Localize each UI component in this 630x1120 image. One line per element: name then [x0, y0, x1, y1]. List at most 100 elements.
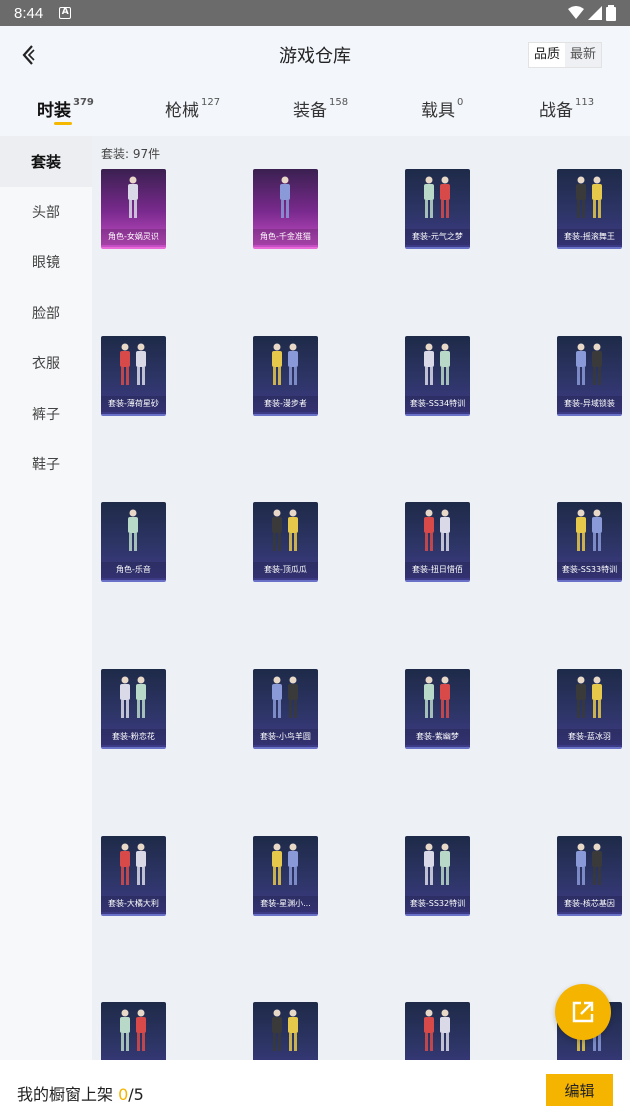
sidebar-item-clothes[interactable]: 衣服: [0, 338, 92, 389]
outfit-card-label: 套装-核芯基因: [557, 896, 622, 912]
outfit-card-label: 套装-粉恋花: [101, 729, 166, 745]
category-tabs: 时装 379 枪械 127 装备 158 载具 0 战备 113: [0, 84, 630, 136]
outfit-card[interactable]: 套装-粉恋花: [101, 669, 166, 749]
outfit-thumbnail: [128, 176, 138, 218]
sort-newest-button[interactable]: 最新: [564, 43, 601, 67]
outfit-thumbnail: [576, 843, 602, 885]
outfit-card[interactable]: 套装-薄荷星砂: [101, 336, 166, 416]
status-bar: 8:44 A: [0, 0, 630, 26]
tab-count: 113: [575, 97, 595, 109]
outfit-thumbnail: [576, 509, 602, 551]
outfit-card[interactable]: 角色-千金准猫: [253, 169, 318, 249]
showcase-total-count: 5: [133, 1085, 144, 1104]
outfit-thumbnail: [272, 509, 298, 551]
outfit-thumbnail: [424, 843, 450, 885]
sidebar-item-label: 脸部: [32, 305, 60, 322]
outfit-card-label: 套装-扭日惜佰: [405, 562, 470, 578]
outfit-card[interactable]: 套装-紫幽梦: [405, 669, 470, 749]
outfit-card-label: 套装-SS32特训: [405, 896, 470, 912]
showcase-used-count: 0: [118, 1085, 129, 1104]
outfit-thumbnail: [120, 843, 146, 885]
outfit-card-label: 套装-蓝冰羽: [557, 729, 622, 745]
showcase-status: 我的橱窗上架 0/5: [17, 1081, 144, 1105]
sidebar-item-label: 套装: [30, 152, 61, 171]
status-icons: [568, 5, 616, 21]
subcategory-sidebar: 套装 头部 眼镜 脸部 衣服 裤子 鞋子: [0, 136, 92, 1120]
outfit-card-label: 套装-星渊小...: [253, 896, 318, 912]
outfit-card[interactable]: 套装-摇滚舞王: [557, 169, 622, 249]
outfit-card[interactable]: 套装-SS33特训: [557, 502, 622, 582]
outfit-card[interactable]: 套装-异域锁装: [557, 336, 622, 416]
tab-vehicles[interactable]: 载具 0: [421, 96, 463, 121]
share-external-icon: [572, 1001, 594, 1023]
outfit-card-label: 套装-紫幽梦: [405, 729, 470, 745]
outfit-thumbnail: [120, 676, 146, 718]
outfit-card[interactable]: 套装-核芯基因: [557, 836, 622, 916]
outfit-thumbnail: [120, 343, 146, 385]
tab-count: 127: [201, 97, 221, 109]
outfit-card-label: 角色-乐音: [101, 562, 166, 578]
outfit-thumbnail: [280, 176, 290, 218]
back-arrow-icon: [22, 45, 35, 65]
outfit-card-label: 角色-女娲灵识: [101, 229, 166, 245]
sidebar-item-glasses[interactable]: 眼镜: [0, 237, 92, 288]
status-time: 8:44: [14, 4, 44, 22]
sidebar-item-pants[interactable]: 裤子: [0, 389, 92, 440]
notification-icon: A: [59, 7, 72, 19]
outfit-card-label: 套装-顶瓜瓜: [253, 562, 318, 578]
outfit-card[interactable]: 套装-SS32特训: [405, 836, 470, 916]
outfit-card-label: 角色-千金准猫: [253, 229, 318, 245]
outfit-card-label: 套装-小鸟羊圆: [253, 729, 318, 745]
sidebar-item-shoes[interactable]: 鞋子: [0, 439, 92, 490]
battery-icon: [606, 5, 616, 21]
outfit-card[interactable]: 套装-小鸟羊圆: [253, 669, 318, 749]
outfit-card[interactable]: 套装-蓝冰羽: [557, 669, 622, 749]
outfit-thumbnail: [424, 676, 450, 718]
tab-count: 158: [329, 97, 349, 109]
showcase-bottom-bar: 我的橱窗上架 0/5 编辑: [0, 1060, 630, 1120]
sidebar-item-label: 眼镜: [32, 255, 60, 272]
tab-label: 时装: [37, 101, 71, 121]
outfit-thumbnail: [272, 1009, 298, 1051]
outfit-thumbnail: [272, 676, 298, 718]
signal-icon: [588, 6, 602, 20]
outfit-card[interactable]: 套装-元气之梦: [405, 169, 470, 249]
sidebar-item-outfits[interactable]: 套装: [0, 136, 92, 187]
active-tab-indicator: [54, 122, 72, 125]
outfit-thumbnail: [424, 1009, 450, 1051]
outfit-thumbnail: [272, 843, 298, 885]
outfit-card-label: 套装-SS33特训: [557, 562, 622, 578]
outfit-card[interactable]: [101, 1002, 166, 1060]
tab-label: 枪械: [165, 101, 199, 121]
outfit-card-label: 套装-异域锁装: [557, 396, 622, 412]
outfit-card-label: 套装-大橘大利: [101, 896, 166, 912]
outfit-card[interactable]: 套装-大橘大利: [101, 836, 166, 916]
outfit-card[interactable]: 套装-顶瓜瓜: [253, 502, 318, 582]
outfit-card[interactable]: 角色-乐音: [101, 502, 166, 582]
tab-supplies[interactable]: 战备 113: [539, 96, 594, 121]
outfit-card[interactable]: 套装-漫步者: [253, 336, 318, 416]
outfit-card[interactable]: 套装-SS34特训: [405, 336, 470, 416]
outfit-thumbnail: [128, 509, 138, 551]
tab-fashion[interactable]: 时装 379: [37, 96, 94, 121]
outfit-thumbnail: [424, 176, 450, 218]
outfit-card[interactable]: [405, 1002, 470, 1060]
outfit-card[interactable]: 角色-女娲灵识: [101, 169, 166, 249]
sort-quality-button[interactable]: 品质: [528, 43, 565, 67]
outfit-card-label: 套装-元气之梦: [405, 229, 470, 245]
outfit-card[interactable]: 套装-扭日惜佰: [405, 502, 470, 582]
sidebar-item-face[interactable]: 脸部: [0, 288, 92, 339]
sidebar-item-head[interactable]: 头部: [0, 187, 92, 238]
outfit-card[interactable]: 套装-星渊小...: [253, 836, 318, 916]
outfit-thumbnail: [424, 509, 450, 551]
outfit-card-label: 套装-薄荷星砂: [101, 396, 166, 412]
share-button[interactable]: [555, 984, 611, 1040]
tab-guns[interactable]: 枪械 127: [165, 96, 220, 121]
outfit-card[interactable]: [253, 1002, 318, 1060]
sidebar-item-label: 衣服: [32, 356, 60, 373]
tab-equipment[interactable]: 装备 158: [293, 96, 348, 121]
sidebar-item-label: 鞋子: [32, 457, 60, 474]
outfit-thumbnail: [576, 343, 602, 385]
edit-button[interactable]: 编辑: [546, 1074, 613, 1106]
back-button[interactable]: [14, 40, 44, 70]
